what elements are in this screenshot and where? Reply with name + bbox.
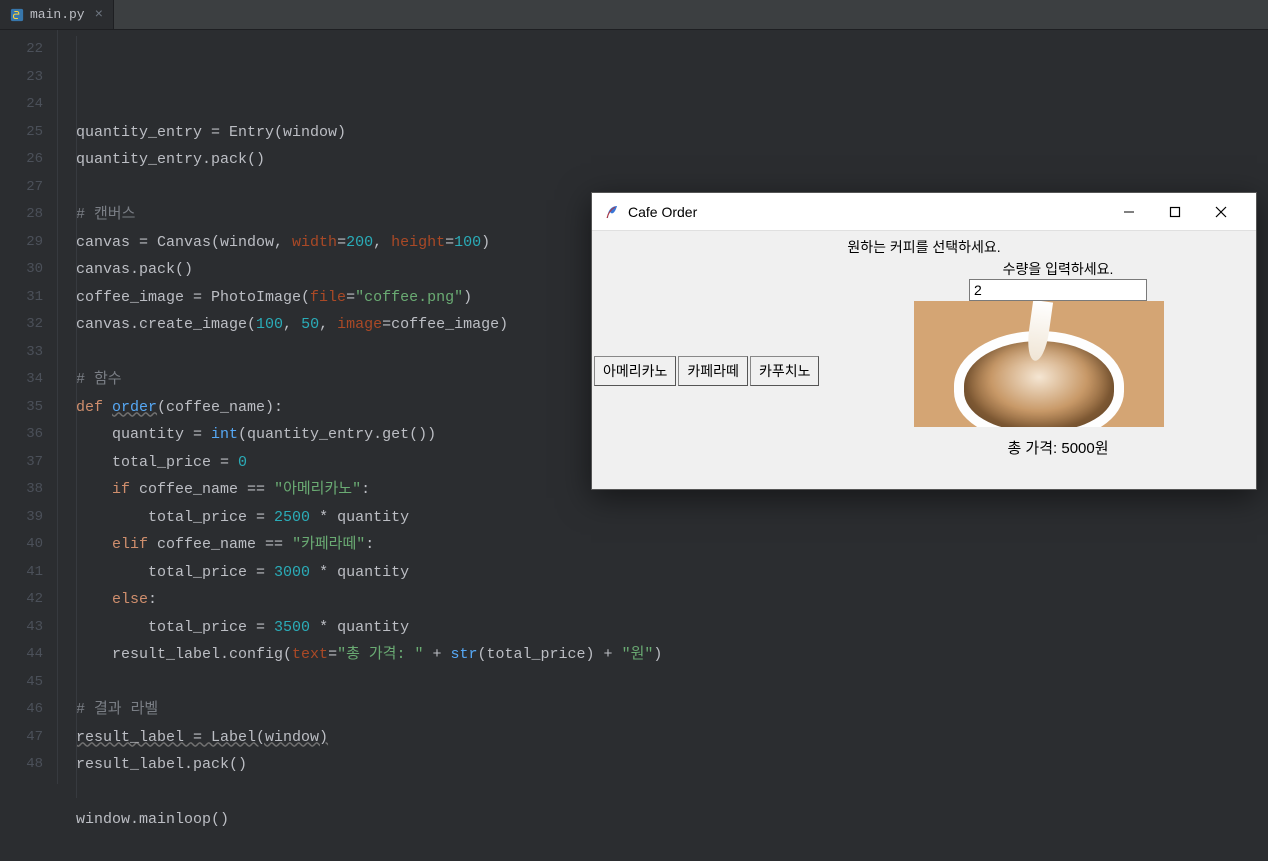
app-body: 원하는 커피를 선택하세요. 수량을 입력하세요. 아메리카노 카페라떼 카푸치… bbox=[592, 231, 1256, 489]
line-number: 33 bbox=[0, 339, 43, 367]
line-number: 42 bbox=[0, 586, 43, 614]
window-title: Cafe Order bbox=[628, 204, 697, 220]
tab-filename: main.py bbox=[30, 7, 85, 22]
line-number-gutter: 2223242526272829303132333435363738394041… bbox=[0, 30, 58, 784]
minimize-icon bbox=[1123, 206, 1135, 218]
code-line[interactable]: result_label = Label(window) bbox=[76, 724, 1268, 752]
line-number: 28 bbox=[0, 201, 43, 229]
cafelatte-button[interactable]: 카페라떼 bbox=[678, 356, 748, 386]
line-number: 39 bbox=[0, 504, 43, 532]
cappuccino-button[interactable]: 카푸치노 bbox=[750, 356, 820, 386]
close-button[interactable] bbox=[1198, 193, 1244, 231]
line-number: 31 bbox=[0, 284, 43, 312]
maximize-button[interactable] bbox=[1152, 193, 1198, 231]
minimize-button[interactable] bbox=[1106, 193, 1152, 231]
code-line[interactable]: quantity_entry.pack() bbox=[76, 146, 1268, 174]
code-line[interactable] bbox=[76, 834, 1268, 861]
line-number: 29 bbox=[0, 229, 43, 257]
python-file-icon bbox=[10, 8, 24, 22]
maximize-icon bbox=[1169, 206, 1181, 218]
close-icon bbox=[1215, 206, 1227, 218]
indent-guide bbox=[76, 36, 77, 798]
line-number: 26 bbox=[0, 146, 43, 174]
file-tab-main-py[interactable]: main.py × bbox=[0, 0, 114, 29]
line-number: 25 bbox=[0, 119, 43, 147]
tk-feather-icon bbox=[604, 204, 620, 220]
line-number: 24 bbox=[0, 91, 43, 119]
quantity-label: 수량을 입력하세요. bbox=[592, 259, 1256, 279]
result-price-label: 총 가격: 5000원 bbox=[592, 437, 1256, 458]
window-titlebar[interactable]: Cafe Order bbox=[592, 193, 1256, 231]
line-number: 41 bbox=[0, 559, 43, 587]
line-number: 35 bbox=[0, 394, 43, 422]
coffee-image-canvas bbox=[914, 301, 1164, 427]
line-number: 34 bbox=[0, 366, 43, 394]
code-line[interactable]: elif coffee_name == "카페라떼": bbox=[76, 531, 1268, 559]
line-number: 45 bbox=[0, 669, 43, 697]
code-line[interactable]: # 결과 라벨 bbox=[76, 696, 1268, 724]
line-number: 47 bbox=[0, 724, 43, 752]
americano-button[interactable]: 아메리카노 bbox=[594, 356, 676, 386]
code-line[interactable]: total_price = 2500 * quantity bbox=[76, 504, 1268, 532]
line-number: 40 bbox=[0, 531, 43, 559]
code-line[interactable]: quantity_entry = Entry(window) bbox=[76, 119, 1268, 147]
line-number: 46 bbox=[0, 696, 43, 724]
line-number: 43 bbox=[0, 614, 43, 642]
line-number: 32 bbox=[0, 311, 43, 339]
quantity-input[interactable] bbox=[969, 279, 1147, 301]
code-line[interactable]: else: bbox=[76, 586, 1268, 614]
line-number: 30 bbox=[0, 256, 43, 284]
code-line[interactable]: total_price = 3500 * quantity bbox=[76, 614, 1268, 642]
code-line[interactable] bbox=[76, 779, 1268, 807]
code-line[interactable] bbox=[76, 669, 1268, 697]
line-number: 22 bbox=[0, 36, 43, 64]
code-line[interactable]: total_price = 3000 * quantity bbox=[76, 559, 1268, 587]
code-line[interactable]: window.mainloop() bbox=[76, 806, 1268, 834]
editor-tab-bar: main.py × bbox=[0, 0, 1268, 30]
line-number: 38 bbox=[0, 476, 43, 504]
line-number: 23 bbox=[0, 64, 43, 92]
close-icon[interactable]: × bbox=[95, 7, 103, 23]
code-line[interactable]: result_label.config(text="총 가격: " + str(… bbox=[76, 641, 1268, 669]
line-number: 44 bbox=[0, 641, 43, 669]
line-number: 27 bbox=[0, 174, 43, 202]
line-number: 36 bbox=[0, 421, 43, 449]
cafe-order-window: Cafe Order 원하는 커피를 선택하세요. 수량을 입력하세요. 아메리… bbox=[591, 192, 1257, 490]
select-coffee-label: 원하는 커피를 선택하세요. bbox=[592, 237, 1256, 257]
coffee-buttons-row: 아메리카노 카페라떼 카푸치노 bbox=[594, 356, 819, 386]
line-number: 37 bbox=[0, 449, 43, 477]
line-number: 48 bbox=[0, 751, 43, 779]
code-line[interactable]: result_label.pack() bbox=[76, 751, 1268, 779]
